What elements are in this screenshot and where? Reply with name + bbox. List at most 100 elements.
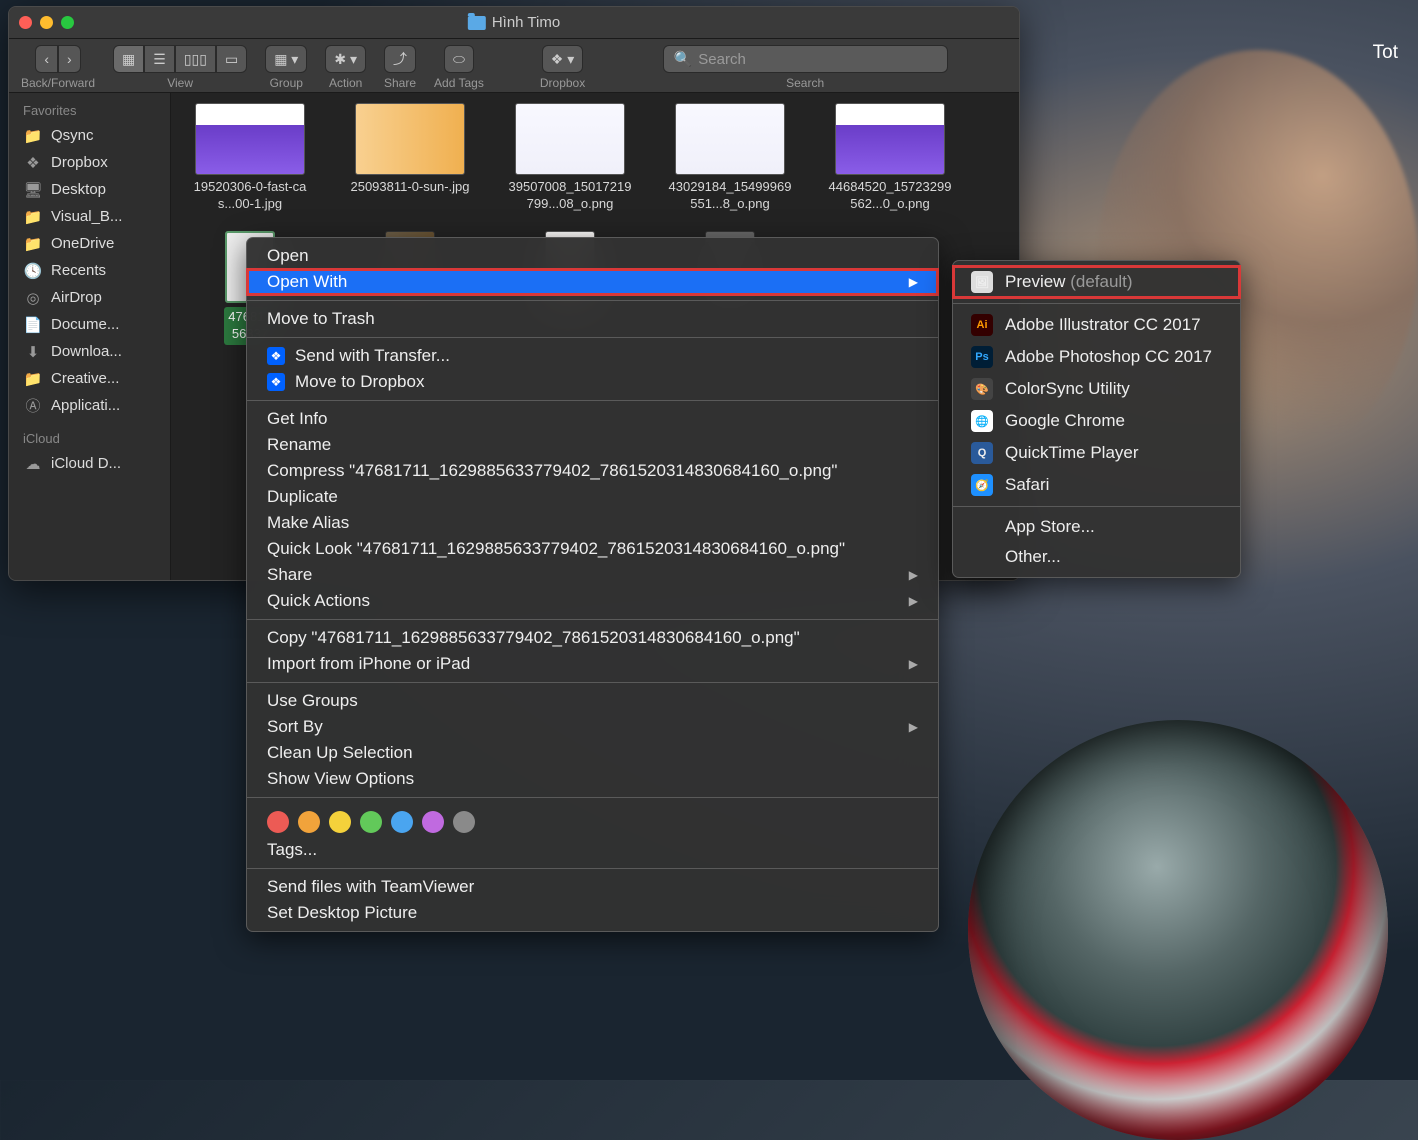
icon-view-button[interactable]: ▦ [113,45,144,73]
back-button[interactable]: ‹ [35,45,58,73]
file-item[interactable]: 39507008_15017219799...08_o.png [505,103,635,213]
colorsync-icon: 🎨 [971,378,993,400]
ctx-use-groups[interactable]: Use Groups [247,688,938,714]
sidebar-item-airdrop[interactable]: ◎AirDrop [9,284,170,311]
ctx-quick-actions[interactable]: Quick Actions▶ [247,588,938,614]
view-group: ▦ ☰ ▯▯▯ ▭ View [113,45,247,90]
file-item[interactable]: 19520306-0-fast-cas...00-1.jpg [185,103,315,213]
tag-yellow[interactable] [329,811,351,833]
share-button[interactable]: ⤴ [384,45,416,73]
sidebar-item-creative[interactable]: 📁Creative... [9,365,170,392]
ctx-copy[interactable]: Copy "47681711_1629885633779402_78615203… [247,625,938,651]
sidebar-item-recents[interactable]: 🕓Recents [9,257,170,284]
wallpaper-shield [968,720,1388,1140]
quicktime-icon: Q [971,442,993,464]
applications-icon: Ⓐ [23,398,43,414]
separator [247,300,938,301]
ctx-share[interactable]: Share▶ [247,562,938,588]
ctx-set-desktop[interactable]: Set Desktop Picture [247,900,938,926]
ctx-tags[interactable]: Tags... [247,837,938,863]
action-button[interactable]: ✱ ▾ [325,45,366,73]
sidebar[interactable]: Favorites 📁Qsync ❖Dropbox 🖥Desktop 📁Visu… [9,93,171,580]
photoshop-icon: Ps [971,346,993,368]
ctx-quick-look[interactable]: Quick Look "47681711_1629885633779402_78… [247,536,938,562]
sub-safari[interactable]: 🧭Safari [953,469,1240,501]
ctx-rename[interactable]: Rename [247,432,938,458]
sidebar-item-onedrive[interactable]: 📁OneDrive [9,230,170,257]
titlebar[interactable]: Hình Timo [9,7,1019,39]
ctx-make-alias[interactable]: Make Alias [247,510,938,536]
folder-icon: 📁 [23,236,43,252]
tag-green[interactable] [360,811,382,833]
file-name: 43029184_15499969551...8_o.png [665,179,795,213]
sub-preview[interactable]: 🖼 Preview (default) [953,266,1240,298]
share-group: ⤴ Share [384,45,416,90]
ctx-send-transfer[interactable]: ❖Send with Transfer... [247,343,938,369]
close-button[interactable] [19,16,32,29]
ctx-move-dropbox[interactable]: ❖Move to Dropbox [247,369,938,395]
zoom-button[interactable] [61,16,74,29]
file-item[interactable]: 43029184_15499969551...8_o.png [665,103,795,213]
tag-gray[interactable] [453,811,475,833]
sidebar-item-icloud[interactable]: ☁iCloud D... [9,450,170,477]
folder-icon: 📁 [23,209,43,225]
icloud-icon: ☁ [23,456,43,472]
ctx-show-view[interactable]: Show View Options [247,766,938,792]
sub-other[interactable]: Other... [953,542,1240,572]
search-input[interactable]: 🔍 Search [663,45,948,73]
file-item[interactable]: 44684520_15723299562...0_o.png [825,103,955,213]
minimize-button[interactable] [40,16,53,29]
list-view-button[interactable]: ☰ [144,45,175,73]
sidebar-item-dropbox[interactable]: ❖Dropbox [9,149,170,176]
tag-purple[interactable] [422,811,444,833]
ctx-clean-up[interactable]: Clean Up Selection [247,740,938,766]
tag-orange[interactable] [298,811,320,833]
sidebar-item-desktop[interactable]: 🖥Desktop [9,176,170,203]
search-placeholder: Search [698,51,746,68]
sub-illustrator[interactable]: AiAdobe Illustrator CC 2017 [953,309,1240,341]
ctx-get-info[interactable]: Get Info [247,406,938,432]
sidebar-item-visual[interactable]: 📁Visual_B... [9,203,170,230]
back-forward-group: ‹ › Back/Forward [21,45,95,90]
forward-button[interactable]: › [58,45,81,73]
dropbox-button[interactable]: ❖ ▾ [542,45,583,73]
file-item[interactable]: 25093811-0-sun-.jpg [345,103,475,213]
illustrator-icon: Ai [971,314,993,336]
separator [247,868,938,869]
tag-blue[interactable] [391,811,413,833]
sub-colorsync[interactable]: 🎨ColorSync Utility [953,373,1240,405]
ctx-compress[interactable]: Compress "47681711_1629885633779402_7861… [247,458,938,484]
tag-red[interactable] [267,811,289,833]
gallery-view-button[interactable]: ▭ [216,45,247,73]
action-group: ✱ ▾ Action [325,45,366,90]
folder-icon: 📁 [23,371,43,387]
sub-appstore[interactable]: App Store... [953,512,1240,542]
separator [247,400,938,401]
group-button[interactable]: ▦ ▾ [265,45,307,73]
sidebar-item-downloads[interactable]: ⬇Downloa... [9,338,170,365]
desktop-icon: 🖥 [23,182,43,198]
column-view-button[interactable]: ▯▯▯ [175,45,216,73]
ctx-teamviewer[interactable]: Send files with TeamViewer [247,874,938,900]
separator [953,303,1240,304]
ctx-open[interactable]: Open [247,243,938,269]
sidebar-item-documents[interactable]: 📄Docume... [9,311,170,338]
sidebar-item-applications[interactable]: ⒶApplicati... [9,392,170,419]
group-label: Group [270,76,303,90]
ctx-import-iphone[interactable]: Import from iPhone or iPad▶ [247,651,938,677]
ctx-move-trash[interactable]: Move to Trash [247,306,938,332]
sub-chrome[interactable]: 🌐Google Chrome [953,405,1240,437]
sub-quicktime[interactable]: QQuickTime Player [953,437,1240,469]
ctx-sort-by[interactable]: Sort By▶ [247,714,938,740]
ctx-duplicate[interactable]: Duplicate [247,484,938,510]
sub-photoshop[interactable]: PsAdobe Photoshop CC 2017 [953,341,1240,373]
chevron-right-icon: ▶ [909,275,918,289]
add-tags-button[interactable]: ⬭ [444,45,474,73]
search-group: 🔍 Search Search [603,45,1007,90]
sidebar-item-qsync[interactable]: 📁Qsync [9,122,170,149]
group-group: ▦ ▾ Group [265,45,307,90]
file-name: 44684520_15723299562...0_o.png [825,179,955,213]
file-name: 25093811-0-sun-.jpg [350,179,469,196]
window-title: Hình Timo [468,14,560,31]
ctx-open-with[interactable]: Open With▶ [247,269,938,295]
